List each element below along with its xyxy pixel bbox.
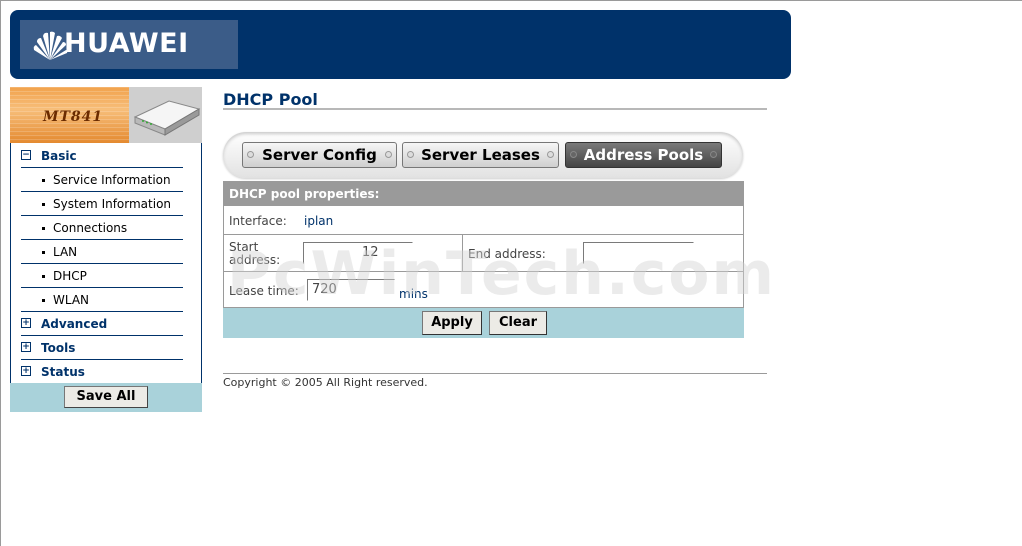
sidebar-item-dhcp[interactable]: DHCP: [21, 264, 183, 288]
tab-server-config[interactable]: Server Config: [242, 142, 397, 168]
collapse-icon[interactable]: −: [21, 150, 31, 160]
bullet-icon: [42, 251, 45, 254]
sidebar-section-label: Tools: [41, 341, 76, 355]
sidebar-section-label: Status: [41, 365, 85, 379]
sidebar-section-tools[interactable]: + Tools: [21, 336, 183, 360]
action-bar: [223, 308, 744, 338]
screw-icon: [247, 151, 254, 158]
pool-properties-header: DHCP pool properties:: [223, 181, 744, 206]
screw-icon: [385, 151, 392, 158]
footer-divider: [223, 373, 767, 374]
sidebar-section-label: Basic: [41, 149, 77, 163]
save-all-button[interactable]: Save All: [64, 386, 148, 408]
bullet-icon: [42, 227, 45, 230]
pool-properties-heading: DHCP pool properties:: [229, 187, 380, 201]
sidebar-item-label: DHCP: [53, 269, 87, 283]
expand-icon[interactable]: +: [21, 366, 31, 376]
device-model-label: MT841: [43, 109, 104, 125]
tab-server-leases[interactable]: Server Leases: [402, 142, 559, 168]
interface-value: iplan: [304, 214, 334, 228]
sidebar-item-label: Service Information: [53, 173, 171, 187]
sidebar-item-wlan[interactable]: WLAN: [21, 288, 183, 312]
screw-icon: [570, 151, 577, 158]
sidebar-section-basic[interactable]: − Basic: [21, 144, 183, 168]
bullet-icon: [42, 275, 45, 278]
sidebar-section-status[interactable]: + Status: [21, 360, 183, 383]
sidebar-section-label: Advanced: [41, 317, 108, 331]
sidebar-item-system-information[interactable]: System Information: [21, 192, 183, 216]
copyright-text: Copyright © 2005 All Right reserved.: [223, 376, 428, 389]
brand-name: HUAWEI: [64, 28, 189, 59]
sidebar-section-advanced[interactable]: + Advanced: [21, 312, 183, 336]
sidebar-item-label: LAN: [53, 245, 78, 259]
bullet-icon: [42, 299, 45, 302]
bullet-icon: [42, 203, 45, 206]
row-divider: [223, 234, 744, 235]
screw-icon: [407, 151, 414, 158]
clear-button[interactable]: Clear: [489, 311, 547, 335]
sidebar-item-label: System Information: [53, 197, 172, 211]
expand-icon[interactable]: +: [21, 318, 31, 328]
tab-label: Server Config: [262, 146, 377, 164]
router-image: [129, 87, 202, 143]
apply-button[interactable]: Apply: [422, 311, 482, 335]
sidebar-item-label: WLAN: [53, 293, 90, 307]
watermark: PcWinTech.com: [227, 239, 777, 309]
interface-label: Interface:: [229, 214, 287, 228]
expand-icon[interactable]: +: [21, 342, 31, 352]
sidebar-item-label: Connections: [53, 221, 128, 235]
screw-icon: [547, 151, 554, 158]
screw-icon: [710, 151, 717, 158]
tab-label: Server Leases: [421, 146, 540, 164]
page-title: DHCP Pool: [223, 90, 318, 109]
sidebar-item-connections[interactable]: Connections: [21, 216, 183, 240]
bullet-icon: [42, 179, 45, 182]
title-divider: [223, 108, 767, 110]
tab-address-pools[interactable]: Address Pools: [565, 142, 722, 168]
sidebar-item-service-information[interactable]: Service Information: [21, 168, 183, 192]
sidebar-item-lan[interactable]: LAN: [21, 240, 183, 264]
tab-label: Address Pools: [583, 146, 704, 164]
